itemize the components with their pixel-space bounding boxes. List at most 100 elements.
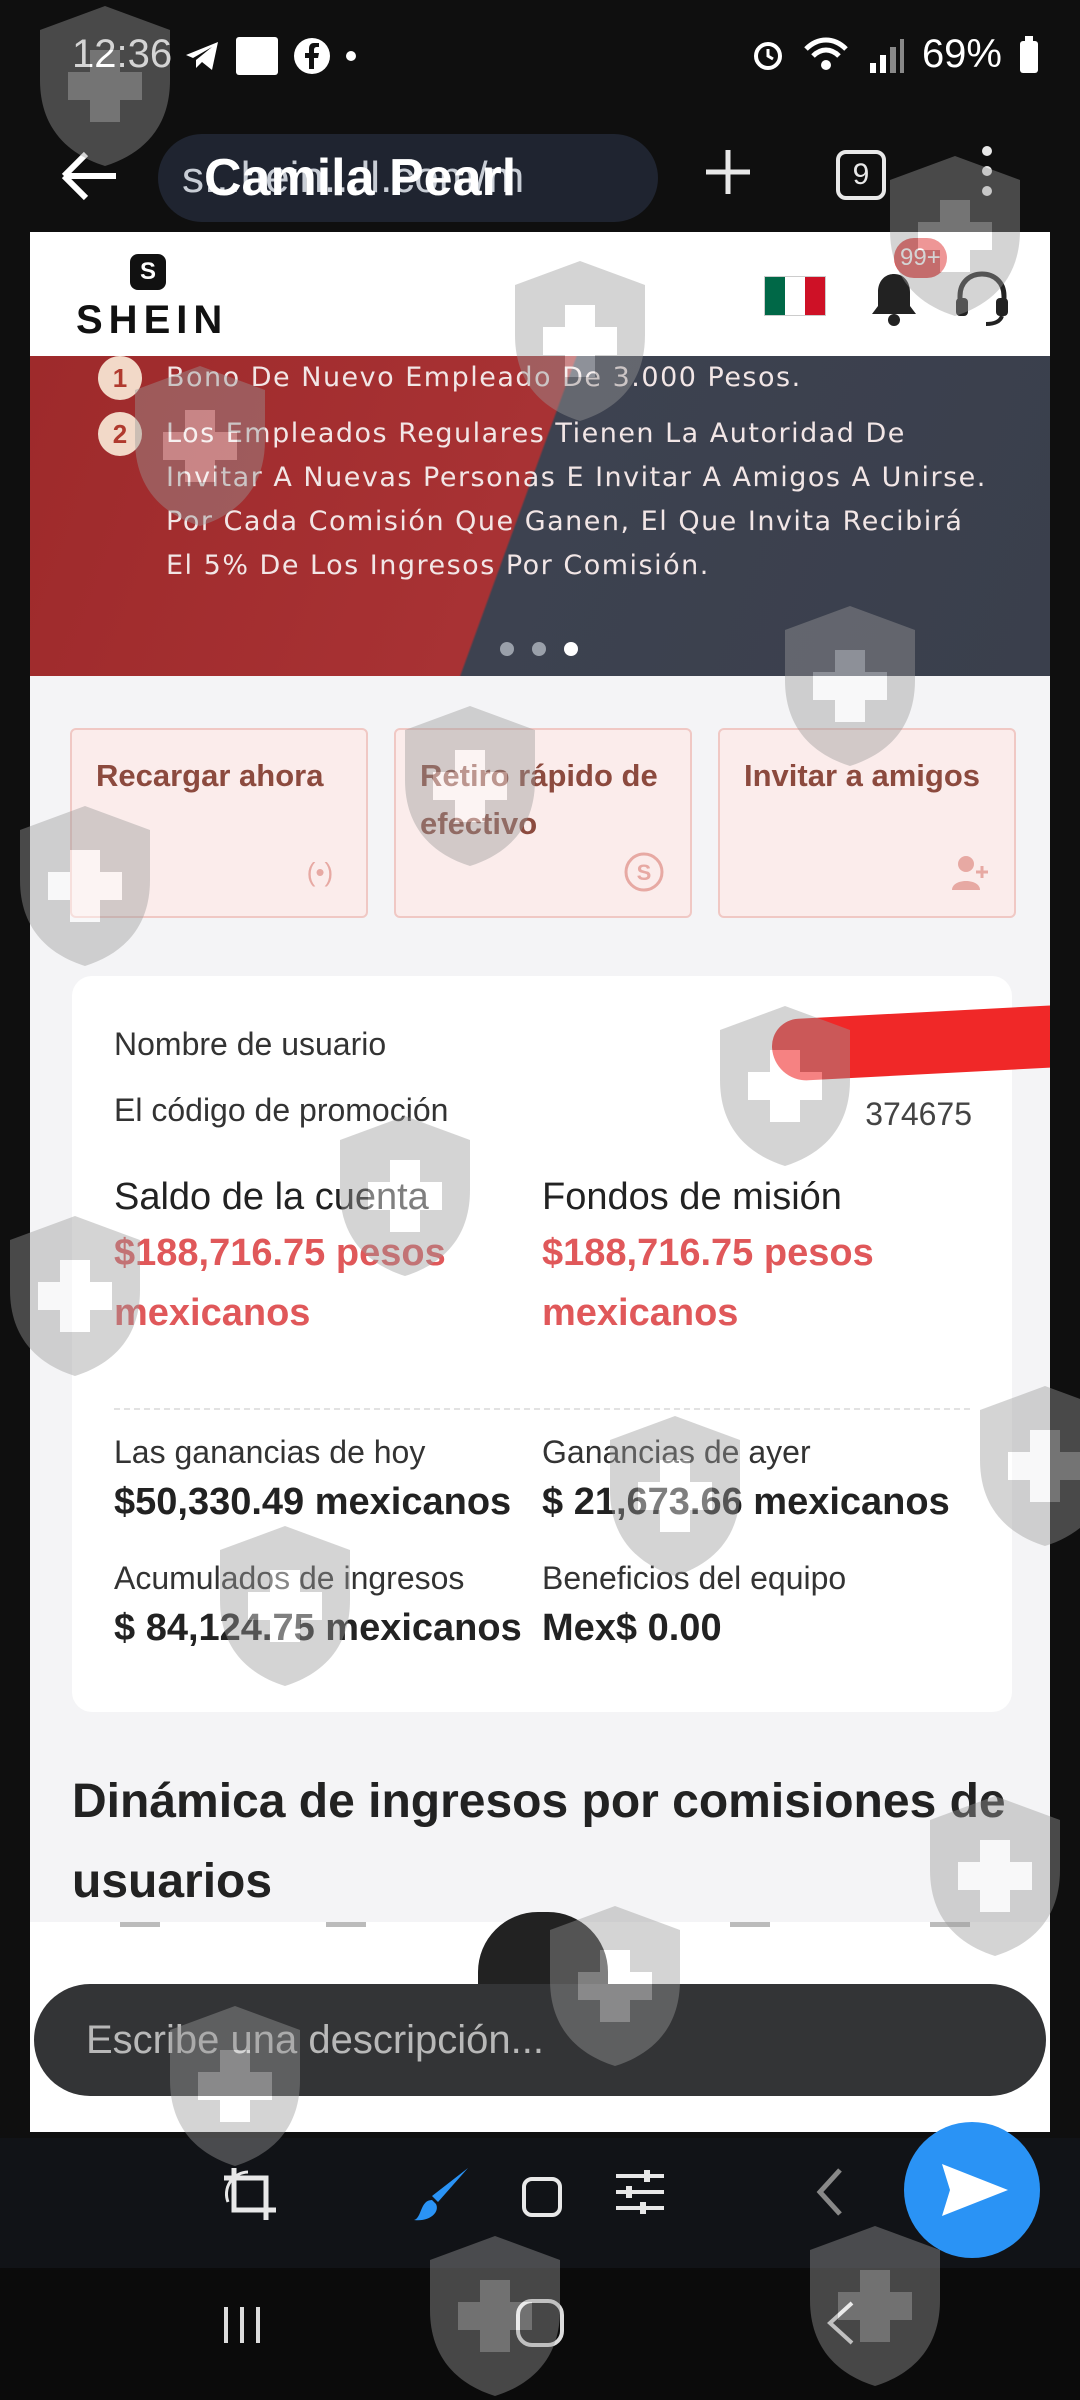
- balance-value: $188,716.75 pesos mexicanos: [114, 1232, 446, 1334]
- shop-tab-icon[interactable]: [326, 1922, 366, 1938]
- svg-text:S: S: [637, 860, 652, 885]
- stat-label: Ganancias de ayer: [542, 1434, 811, 1470]
- redaction-scribble: [770, 1003, 1050, 1083]
- back-arrow-icon: [61, 151, 116, 201]
- carousel-dots[interactable]: [500, 642, 578, 656]
- shein-logo-text: SHEIN: [76, 298, 229, 342]
- quick-actions: Recargar ahora (•) Retiro rápido de efec…: [70, 728, 1020, 918]
- new-tab-button[interactable]: [700, 144, 756, 210]
- stat-value: $ 84,124.75 mexicanos: [114, 1607, 522, 1649]
- send-icon: [942, 2164, 1008, 2216]
- send-button[interactable]: [904, 2122, 1040, 2258]
- stat-label: Acumulados de ingresos: [114, 1560, 465, 1596]
- caption-input[interactable]: [86, 1984, 986, 2096]
- plus-icon: [706, 150, 750, 194]
- crop-rotate-button[interactable]: [210, 2162, 290, 2242]
- back-button[interactable]: [50, 136, 130, 216]
- caption-field[interactable]: [34, 1984, 1046, 2096]
- notification-badge: 99+: [894, 238, 947, 278]
- quick-action-label: Invitar a amigos: [744, 758, 981, 793]
- banner-item-1: 1 Bono De Nuevo Empleado De 3.000 Pesos.: [98, 356, 996, 400]
- promo-code-value: 374675: [865, 1096, 972, 1132]
- tabs-button[interactable]: 9: [836, 150, 886, 200]
- adjust-icon: [616, 2170, 664, 2214]
- battery-percent: 69%: [921, 32, 1002, 76]
- stat-value: $50,330.49 mexicanos: [114, 1481, 512, 1523]
- draw-button[interactable]: [402, 2162, 482, 2242]
- stat-label: Las ganancias de hoy: [114, 1434, 426, 1470]
- browser-menu-button[interactable]: [972, 140, 1002, 210]
- status-time: 12:36: [72, 32, 173, 76]
- shein-logo-mark: S: [130, 254, 166, 290]
- contact-name-overlay: Camila Pearl: [204, 149, 517, 207]
- banner-number: 2: [98, 412, 142, 456]
- stat-value: $ 21,673.66 mexicanos: [542, 1481, 950, 1523]
- carousel-dot[interactable]: [500, 642, 514, 656]
- back-chevron-icon: [816, 2168, 842, 2216]
- orders-tab-icon[interactable]: [730, 1922, 770, 1938]
- headset-icon[interactable]: [950, 266, 1014, 330]
- home-button[interactable]: [500, 2294, 580, 2374]
- site-header: S SHEIN 99+: [30, 232, 1050, 356]
- web-page: S SHEIN 99+ 1 Bono De Nuevo Empleado De …: [30, 232, 1050, 2132]
- card-divider: [114, 1408, 970, 1410]
- system-nav-bar: [0, 2268, 1080, 2400]
- wifi-icon: [804, 37, 848, 70]
- accumulated-income: Acumulados de ingresos $ 84,124.75 mexic…: [114, 1560, 544, 1650]
- account-card: Nombre de usuario El código de promoción…: [72, 976, 1050, 1712]
- previous-button[interactable]: [790, 2162, 870, 2242]
- quick-withdraw-button[interactable]: Retiro rápido de efectivo S: [394, 728, 692, 918]
- home-icon: [516, 2299, 564, 2347]
- facebook-icon: [294, 38, 330, 74]
- quick-action-label: Recargar ahora: [96, 758, 324, 793]
- back-icon: [827, 2301, 854, 2345]
- account-balance: Saldo de la cuenta $188,716.75 pesos mex…: [114, 1176, 534, 1343]
- recharge-icon: (•): [306, 857, 334, 887]
- username-label: Nombre de usuario: [114, 1026, 387, 1062]
- mission-funds: Fondos de misión $188,716.75 pesos mexic…: [542, 1176, 962, 1343]
- recents-icon: [224, 2307, 260, 2343]
- quick-action-label: Retiro rápido de efectivo: [420, 758, 658, 841]
- carousel-dot[interactable]: [532, 642, 546, 656]
- promo-code-label: El código de promoción: [114, 1092, 449, 1128]
- brush-icon: [414, 2168, 468, 2221]
- today-earnings: Las ganancias de hoy $50,330.49 mexicano…: [114, 1434, 544, 1524]
- stat-value: Mex$ 0.00: [542, 1607, 722, 1649]
- telegram-icon: [186, 42, 218, 70]
- alarm-icon: [753, 41, 782, 70]
- shape-button[interactable]: [502, 2162, 582, 2242]
- recents-button[interactable]: [202, 2294, 282, 2374]
- status-system-icons: 69%: [750, 32, 1040, 77]
- shape-icon: [522, 2177, 562, 2217]
- mission-label: Fondos de misión: [542, 1176, 842, 1218]
- adjust-button[interactable]: [600, 2162, 680, 2242]
- invite-friends-button[interactable]: Invitar a amigos: [718, 728, 1016, 918]
- banner-text: Los Empleados Regulares Tienen La Autori…: [166, 418, 987, 581]
- profile-tab-icon[interactable]: [930, 1922, 970, 1938]
- crop-rotate-icon: [224, 2168, 276, 2220]
- mexico-flag-icon[interactable]: [764, 276, 826, 316]
- stat-label: Beneficios del equipo: [542, 1560, 847, 1596]
- mission-value: $188,716.75 pesos mexicanos: [542, 1232, 874, 1334]
- status-bar: 12:36 69%: [0, 0, 1080, 120]
- battery-icon: [1020, 35, 1038, 73]
- signal-icon: [869, 38, 904, 73]
- carousel-dot-active[interactable]: [564, 642, 578, 656]
- banner-text: Bono De Nuevo Empleado De 3.000 Pesos.: [166, 362, 802, 393]
- more-notifications-dot: [346, 51, 356, 61]
- promo-banner[interactable]: 1 Bono De Nuevo Empleado De 3.000 Pesos.…: [30, 356, 1050, 676]
- home-tab-icon[interactable]: [120, 1922, 160, 1938]
- banner-item-2: 2 Los Empleados Regulares Tienen La Auto…: [98, 412, 996, 588]
- banner-number: 1: [98, 356, 142, 400]
- section-title: Dinámica de ingresos por comisiones de u…: [72, 1775, 1006, 1908]
- team-benefits: Beneficios del equipo Mex$ 0.00: [542, 1560, 972, 1650]
- cash-withdraw-icon: S: [624, 852, 664, 892]
- recharge-button[interactable]: Recargar ahora (•): [70, 728, 368, 918]
- gallery-icon: [236, 37, 278, 75]
- status-notification-icons: [182, 36, 356, 76]
- invite-friend-icon: [952, 856, 988, 890]
- yesterday-earnings: Ganancias de ayer $ 21,673.66 mexicanos: [542, 1434, 972, 1524]
- balance-label: Saldo de la cuenta: [114, 1176, 429, 1218]
- nav-back-button[interactable]: [800, 2294, 880, 2374]
- browser-toolbar: s...hein...ll.com/m Camila Pearl 9: [0, 120, 1080, 232]
